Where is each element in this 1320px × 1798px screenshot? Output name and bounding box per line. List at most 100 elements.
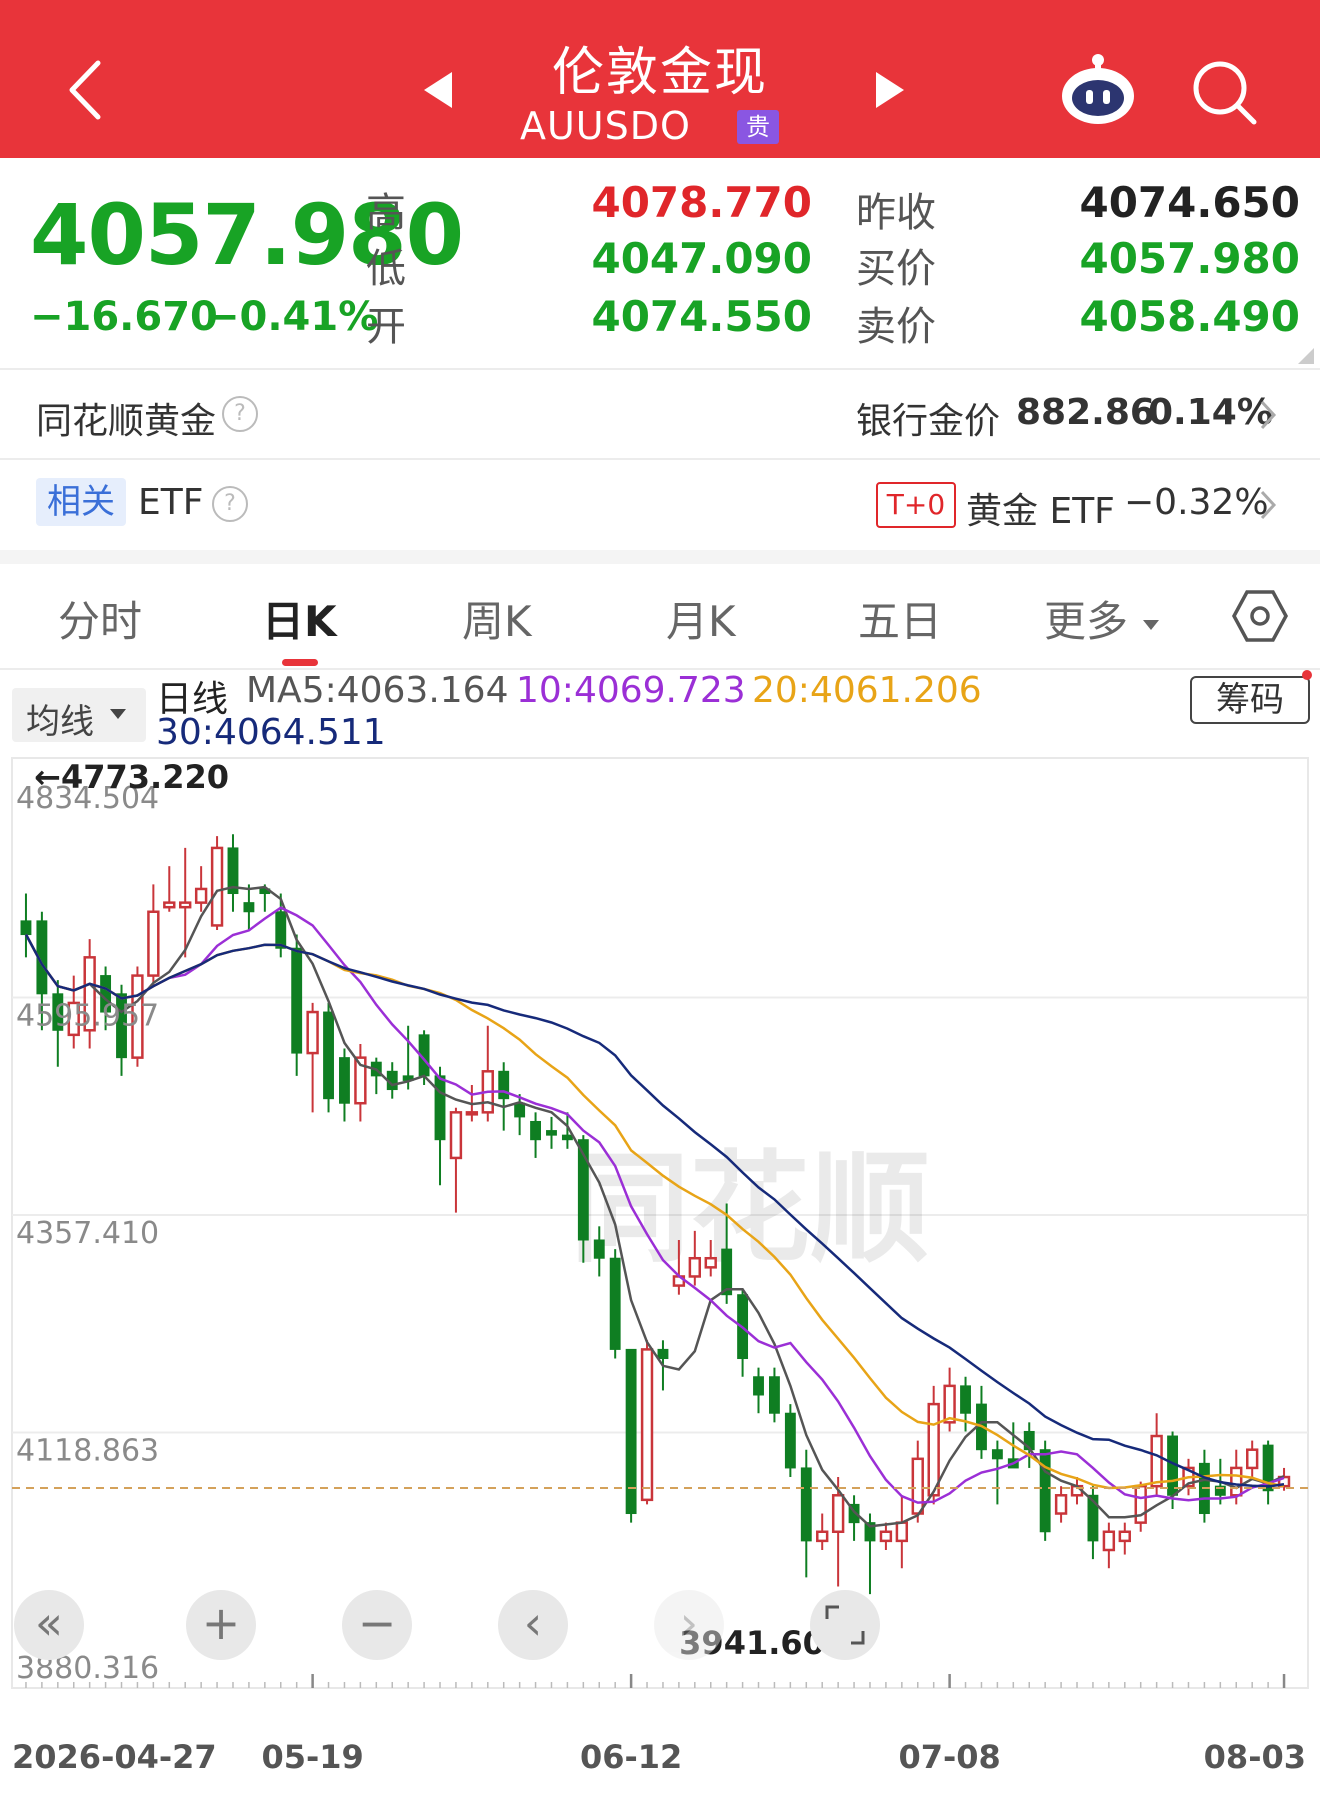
- chevron-right-icon: [1260, 400, 1277, 430]
- next-instrument-icon[interactable]: [872, 68, 908, 112]
- candle-body: [514, 1102, 526, 1118]
- chart-settings-icon[interactable]: [1232, 588, 1288, 644]
- candle-body: [306, 1010, 319, 1055]
- etf-row[interactable]: 相关 ETF ? T+0 黄金 ETF −0.32%: [0, 460, 1320, 548]
- high-value: 4078.770: [591, 178, 812, 227]
- open-value: 4074.550: [591, 292, 812, 341]
- help-icon[interactable]: ?: [212, 486, 248, 522]
- candle-body: [465, 1111, 479, 1116]
- candle-body: [1150, 1434, 1163, 1488]
- tab-five-day[interactable]: 五日: [858, 588, 942, 649]
- candle: [784, 1404, 796, 1478]
- candle-body: [960, 1385, 971, 1414]
- candle-body: [323, 1011, 334, 1100]
- high-label: 高: [366, 190, 406, 236]
- price-change: −16.670: [30, 294, 218, 340]
- ma-dropdown-label: 均线: [26, 702, 94, 742]
- ma20-value: 20:4061.206: [752, 670, 982, 711]
- expand-corner-icon[interactable]: [1298, 348, 1314, 364]
- y-axis-label: 4595.957: [16, 999, 159, 1034]
- candle-body: [530, 1120, 541, 1141]
- candle-body: [943, 1384, 956, 1424]
- active-tab-indicator: [282, 659, 318, 666]
- candle-body: [657, 1348, 669, 1360]
- zoom-out-button[interactable]: −: [342, 1590, 412, 1660]
- candle-body: [1102, 1530, 1116, 1552]
- candle-body: [1039, 1449, 1051, 1533]
- x-axis-label: 2026-04-27: [12, 1738, 217, 1776]
- candle-body: [831, 1494, 845, 1534]
- candle-body: [179, 901, 192, 909]
- chevron-right-icon: [1260, 490, 1277, 520]
- candle-body: [688, 1256, 701, 1278]
- chips-button[interactable]: 筹码: [1190, 676, 1310, 724]
- ma10-value: 10:4069.723: [516, 670, 746, 711]
- candle-body: [769, 1376, 780, 1414]
- candle-body: [1054, 1494, 1068, 1515]
- instrument-code: AUUSDO: [520, 104, 691, 148]
- help-icon[interactable]: ?: [222, 396, 258, 432]
- robot-assistant-icon[interactable]: [1058, 52, 1138, 128]
- low-label: 低: [366, 246, 406, 292]
- ma5-value: MA5:4063.164: [246, 670, 509, 711]
- tab-daily-k[interactable]: 日K: [262, 588, 337, 649]
- instrument-name: 伦敦金现: [551, 43, 768, 103]
- candle: [210, 836, 224, 930]
- ask-label: 卖价: [856, 304, 936, 350]
- open-label: 开: [366, 304, 406, 350]
- bank-gold-price: 882.86: [1016, 392, 1155, 433]
- candle-body: [784, 1412, 796, 1469]
- scroll-left-button[interactable]: ‹: [498, 1590, 568, 1660]
- tab-weekly-k[interactable]: 周K: [462, 588, 532, 649]
- candle-body: [449, 1111, 463, 1160]
- candle-body: [339, 1057, 350, 1104]
- ths-gold-label: 同花顺黄金: [36, 401, 217, 442]
- tab-more-label: 更多: [1044, 597, 1129, 646]
- zoom-in-button[interactable]: +: [186, 1590, 256, 1660]
- ths-gold-row[interactable]: 同花顺黄金 ? 银行金价 882.86 0.14%: [0, 370, 1320, 458]
- jump-start-button[interactable]: «: [14, 1590, 84, 1660]
- candle-body: [816, 1530, 829, 1543]
- candle-body: [609, 1257, 621, 1350]
- candle-body: [704, 1256, 717, 1269]
- tab-intraday[interactable]: 分时: [58, 588, 142, 649]
- candle: [609, 1249, 621, 1359]
- bid-label: 买价: [856, 246, 936, 292]
- candle-body: [434, 1075, 446, 1141]
- scroll-right-button[interactable]: ›: [654, 1590, 724, 1660]
- candle-body: [561, 1134, 573, 1141]
- gold-etf-name: 黄金 ETF: [966, 491, 1115, 532]
- bank-gold-label: 银行金价: [856, 401, 1001, 442]
- candle-body: [210, 846, 224, 927]
- precious-metal-badge: 贵: [737, 110, 779, 144]
- notification-dot: [1302, 670, 1312, 680]
- back-arrow-icon[interactable]: [60, 55, 110, 125]
- top-bar: 伦敦金现 AUUSDO 贵: [0, 0, 1320, 158]
- search-icon[interactable]: [1190, 58, 1260, 128]
- candle-body: [1246, 1448, 1259, 1470]
- fullscreen-button[interactable]: [810, 1590, 880, 1660]
- prev-instrument-icon[interactable]: [420, 68, 456, 112]
- candle-body: [546, 1130, 557, 1136]
- t0-badge: T+0: [876, 482, 956, 528]
- etf-label: ETF: [138, 482, 204, 523]
- prev-close-value: 4074.650: [1079, 178, 1300, 227]
- candle-body: [753, 1376, 764, 1396]
- candle-body: [721, 1248, 733, 1296]
- ma-dropdown[interactable]: 均线: [12, 688, 146, 742]
- tab-more[interactable]: 更多: [1044, 588, 1161, 649]
- candle: [323, 1002, 334, 1113]
- candle-body: [275, 911, 287, 949]
- candle-body: [1134, 1484, 1147, 1524]
- candle-body: [20, 920, 32, 936]
- candle-body: [895, 1521, 909, 1543]
- tab-monthly-k[interactable]: 月K: [666, 588, 736, 649]
- candle-body: [291, 947, 303, 1054]
- x-axis-label: 05-19: [261, 1738, 363, 1776]
- candle-body: [927, 1402, 940, 1497]
- candle-body: [194, 887, 208, 904]
- ma30-value: 30:4064.511: [156, 712, 386, 753]
- caret-down-icon: [110, 709, 126, 719]
- max-price-annotation: ←4773.220: [34, 758, 229, 796]
- prev-close-label: 昨收: [856, 190, 936, 236]
